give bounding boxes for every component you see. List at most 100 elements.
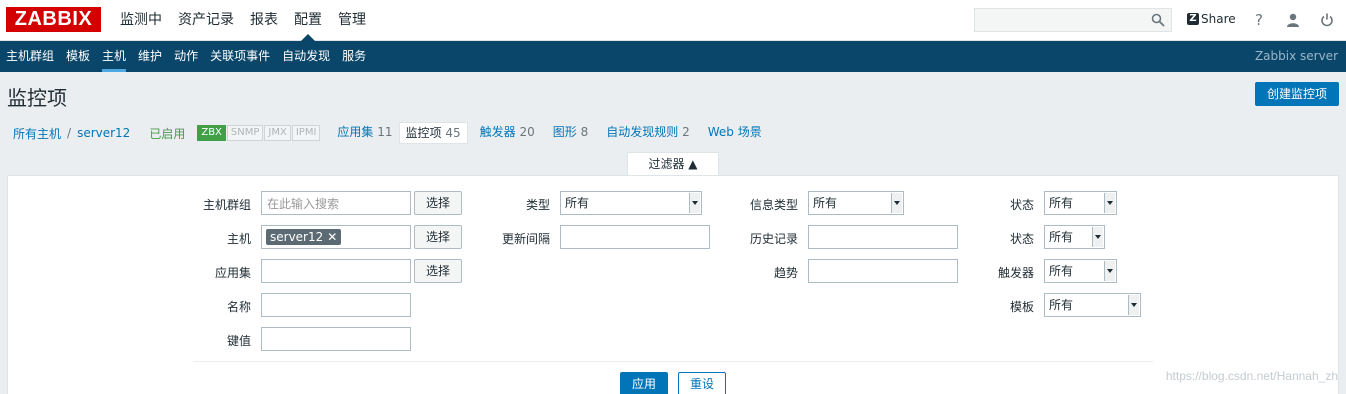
sign-out-icon[interactable] <box>1318 11 1336 29</box>
share-link[interactable]: Z Share <box>1187 12 1236 26</box>
triggers-label: 触发器 <box>997 266 1034 280</box>
history-input[interactable] <box>808 225 958 249</box>
tab-web-scenarios-label: Web 场景 <box>707 125 762 139</box>
info-type-select[interactable]: 所有 <box>808 191 904 215</box>
user-profile-icon[interactable] <box>1284 11 1302 29</box>
tab-discovery-rules-count: 2 <box>682 125 690 139</box>
template-label: 模板 <box>1009 300 1034 314</box>
type-label: 类型 <box>525 198 550 212</box>
submenu-templates[interactable]: 模板 <box>60 41 96 72</box>
tab-items[interactable]: 监控项 45 <box>398 122 468 144</box>
chevron-down-icon <box>1128 295 1139 315</box>
watermark: https://blog.csdn.net/Hannah_zh <box>1165 369 1338 383</box>
menu-reports[interactable]: 报表 <box>242 0 286 41</box>
submenu-services[interactable]: 服务 <box>336 41 372 72</box>
tab-triggers-count: 20 <box>519 125 535 139</box>
host-select-button[interactable]: 选择 <box>414 225 462 249</box>
tab-items-label: 监控项 <box>405 126 442 140</box>
tab-applications[interactable]: 应用集 11 <box>331 122 398 144</box>
tab-items-count: 45 <box>445 126 461 140</box>
status-select-value: 所有 <box>1049 230 1074 244</box>
reset-button[interactable]: 重设 <box>678 372 726 394</box>
chevron-down-icon <box>1104 261 1115 281</box>
state-select-value: 所有 <box>1049 196 1074 210</box>
status-select[interactable]: 所有 <box>1044 225 1105 249</box>
availability-indicators: ZBX SNMP JMX IPMI <box>197 125 321 141</box>
share-icon: Z <box>1187 13 1199 25</box>
key-input[interactable] <box>261 327 411 351</box>
submenu-maintenance[interactable]: 维护 <box>132 41 168 72</box>
trends-label: 趋势 <box>773 266 798 280</box>
main-menu: 监测中 资产记录 报表 配置 管理 <box>112 0 374 41</box>
availability-ipmi: IPMI <box>291 125 321 141</box>
menu-configuration[interactable]: 配置 <box>286 0 330 41</box>
name-input[interactable] <box>261 293 411 317</box>
info-type-label: 信息类型 <box>749 198 798 212</box>
share-label: Share <box>1201 12 1236 26</box>
template-select[interactable]: 所有 <box>1044 293 1141 317</box>
tab-graphs-label: 图形 <box>552 125 577 139</box>
remove-chip-icon[interactable]: ✕ <box>327 229 337 245</box>
triggers-select-value: 所有 <box>1049 264 1074 278</box>
tab-discovery-rules[interactable]: 自动发现规则 2 <box>600 122 695 144</box>
server-name: Zabbix server <box>1254 49 1338 63</box>
tab-graphs[interactable]: 图形 8 <box>547 122 594 144</box>
create-item-button[interactable]: 创建监控项 <box>1255 82 1339 106</box>
tab-graphs-count: 8 <box>580 125 589 139</box>
chevron-down-icon <box>891 193 902 213</box>
application-label: 应用集 <box>214 266 251 280</box>
info-type-select-value: 所有 <box>813 196 838 210</box>
apply-button[interactable]: 应用 <box>620 372 668 394</box>
submenu-host-groups[interactable]: 主机群组 <box>0 41 60 72</box>
host-status[interactable]: 已启用 <box>149 125 185 142</box>
sub-menu: 主机群组 模板 主机 维护 动作 关联项事件 自动发现 服务 Zabbix se… <box>0 41 1346 72</box>
global-search-input[interactable] <box>974 8 1172 32</box>
host-input[interactable]: server12 ✕ <box>261 225 411 249</box>
tab-web-scenarios[interactable]: Web 场景 <box>702 122 768 144</box>
application-select-button[interactable]: 选择 <box>414 259 462 283</box>
submenu-event-correlation[interactable]: 关联项事件 <box>204 41 276 72</box>
host-group-input[interactable]: 在此输入搜索 <box>261 191 411 215</box>
state-select[interactable]: 所有 <box>1044 191 1117 215</box>
availability-jmx: JMX <box>264 125 291 141</box>
tab-discovery-rules-label: 自动发现规则 <box>606 125 679 139</box>
state-label: 状态 <box>1009 198 1034 212</box>
host-chip: server12 ✕ <box>266 229 342 245</box>
application-input[interactable] <box>261 259 411 283</box>
top-header: ZABBIX 监测中 资产记录 报表 配置 管理 Z Share ? <box>0 0 1346 41</box>
tab-applications-count: 11 <box>377 125 393 139</box>
menu-inventory[interactable]: 资产记录 <box>170 0 242 41</box>
breadcrumb-all-hosts[interactable]: 所有主机 <box>13 125 61 142</box>
search-icon[interactable] <box>1151 13 1165 27</box>
submenu-hosts[interactable]: 主机 <box>96 41 132 72</box>
chevron-down-icon <box>689 193 700 213</box>
type-select[interactable]: 所有 <box>560 191 702 215</box>
menu-administration[interactable]: 管理 <box>330 0 374 41</box>
submenu-discovery[interactable]: 自动发现 <box>276 41 336 72</box>
tab-applications-label: 应用集 <box>337 125 374 139</box>
zabbix-logo[interactable]: ZABBIX <box>6 7 101 32</box>
menu-monitoring[interactable]: 监测中 <box>112 0 170 41</box>
update-interval-label: 更新间隔 <box>501 232 550 246</box>
triggers-select[interactable]: 所有 <box>1044 259 1117 283</box>
host-group-select-button[interactable]: 选择 <box>414 191 462 215</box>
host-group-label: 主机群组 <box>202 198 251 212</box>
breadcrumb: 所有主机 / server12 已启用 ZBX SNMP JMX IPMI 应用… <box>0 121 768 145</box>
filter-toggle-tab[interactable]: 过滤器 ▲ <box>627 152 719 176</box>
filter-divider <box>193 361 1153 362</box>
submenu-actions[interactable]: 动作 <box>168 41 204 72</box>
tab-triggers-label: 触发器 <box>479 125 516 139</box>
host-chip-label: server12 <box>270 230 324 244</box>
chevron-down-icon <box>1092 227 1103 247</box>
history-label: 历史记录 <box>749 232 798 246</box>
breadcrumb-separator: / <box>67 126 72 140</box>
availability-snmp: SNMP <box>226 125 264 141</box>
key-label: 键值 <box>226 334 251 348</box>
status-label: 状态 <box>1009 232 1034 246</box>
type-select-value: 所有 <box>565 196 590 210</box>
help-icon[interactable]: ? <box>1250 11 1268 29</box>
trends-input[interactable] <box>808 259 958 283</box>
update-interval-input[interactable] <box>560 225 710 249</box>
breadcrumb-host[interactable]: server12 <box>77 126 130 140</box>
tab-triggers[interactable]: 触发器 20 <box>474 122 541 144</box>
